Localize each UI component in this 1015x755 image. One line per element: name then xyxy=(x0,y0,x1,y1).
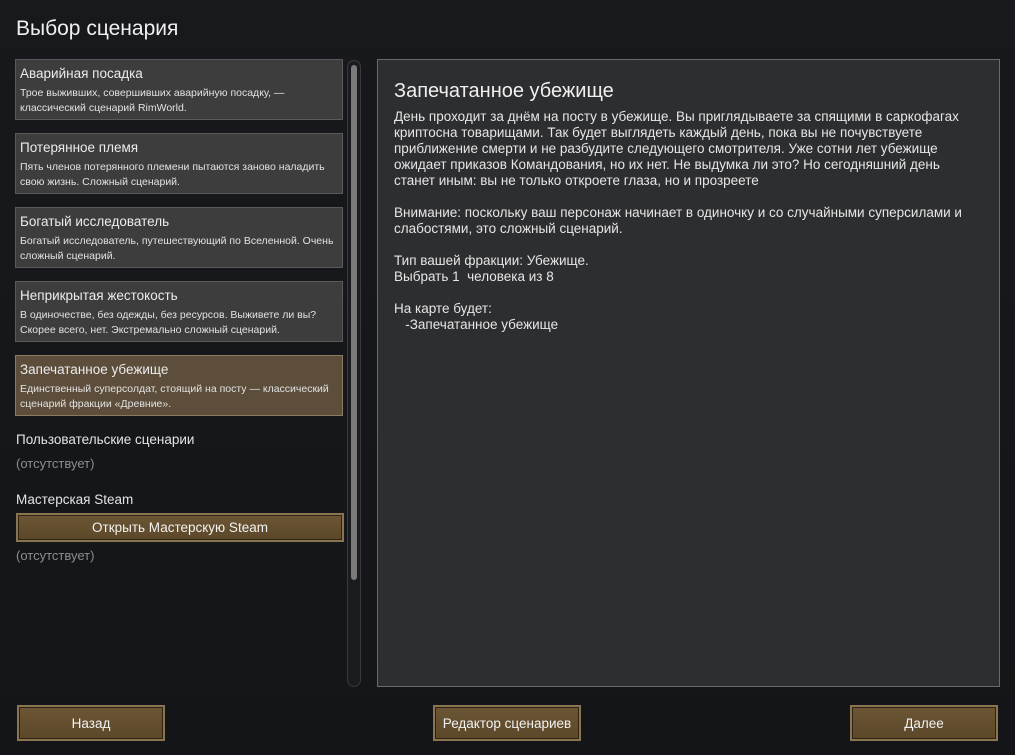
scenario-description: Пять членов потерянного племени пытаются… xyxy=(20,161,325,188)
scenario-card-rich-explorer[interactable]: Богатый исследователь Богатый исследоват… xyxy=(15,207,343,268)
custom-scenarios-empty: (отсутствует) xyxy=(16,456,95,471)
steam-workshop-empty: (отсутствует) xyxy=(16,548,95,563)
scenario-card-sealed-vault[interactable]: Запечатанное убежище Единственный суперс… xyxy=(15,355,343,416)
scenario-detail-panel: Запечатанное убежище День проходит за дн… xyxy=(377,59,1000,687)
scenario-title: Потерянное племя xyxy=(20,140,139,155)
scenario-title: Богатый исследователь xyxy=(20,214,170,229)
scenario-description: Трое выживших, совершивших аварийную пос… xyxy=(20,87,285,114)
scenario-card-crashlanded[interactable]: Аварийная посадка Трое выживших, соверши… xyxy=(15,59,343,120)
scrollbar-thumb[interactable] xyxy=(351,65,357,580)
scenario-list-scrollbar[interactable] xyxy=(347,60,361,687)
scenario-select-screen: Выбор сценария Аварийная посадка Трое вы… xyxy=(0,0,1015,755)
scenario-title: Запечатанное убежище xyxy=(20,362,169,377)
scenario-title: Неприкрытая жестокость xyxy=(20,288,178,303)
next-button[interactable]: Далее xyxy=(850,705,998,741)
detail-description: День проходит за днём на посту в убежище… xyxy=(394,109,962,332)
custom-scenarios-label: Пользовательские сценарии xyxy=(16,432,195,447)
open-steam-workshop-button[interactable]: Открыть Мастерскую Steam xyxy=(16,513,344,542)
steam-workshop-label: Мастерская Steam xyxy=(16,492,134,507)
scenario-card-naked-brutality[interactable]: Неприкрытая жестокость В одиночестве, бе… xyxy=(15,281,343,342)
page-title: Выбор сценария xyxy=(16,17,179,40)
detail-title: Запечатанное убежище xyxy=(394,80,614,102)
scenario-description: Богатый исследователь, путешествующий по… xyxy=(20,235,334,262)
scenario-title: Аварийная посадка xyxy=(20,66,143,81)
scenario-description: Единственный суперсолдат, стоящий на пос… xyxy=(20,383,329,410)
back-button[interactable]: Назад xyxy=(17,705,165,741)
scenario-card-lost-tribe[interactable]: Потерянное племя Пять членов потерянного… xyxy=(15,133,343,194)
scenario-editor-button[interactable]: Редактор сценариев xyxy=(433,705,581,741)
scenario-description: В одиночестве, без одежды, без ресурсов.… xyxy=(20,309,317,336)
